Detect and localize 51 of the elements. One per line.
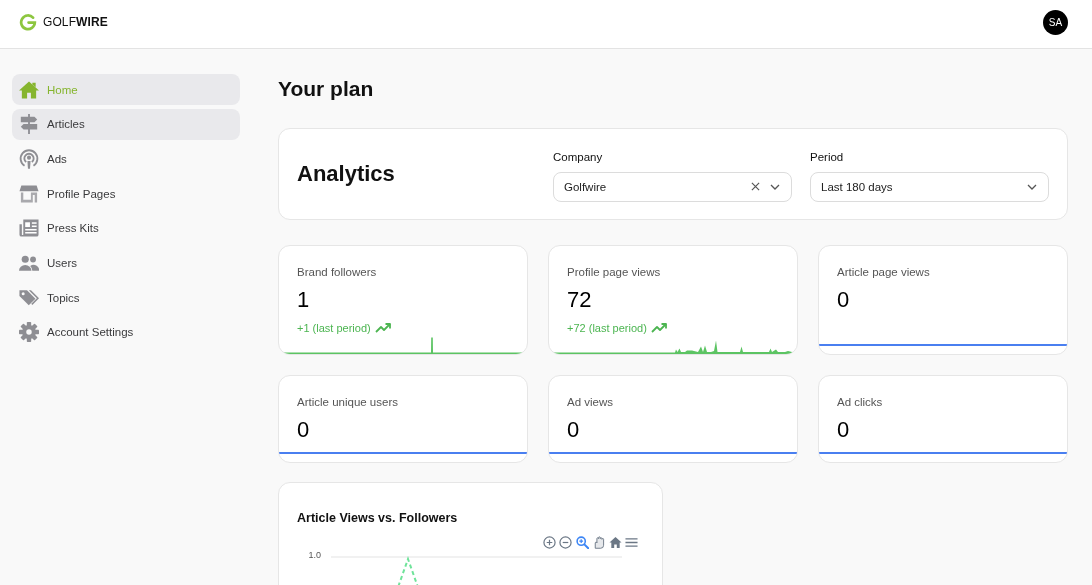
home-icon[interactable] bbox=[608, 535, 622, 549]
stat-value: 0 bbox=[567, 417, 580, 443]
zoom-in-icon[interactable] bbox=[542, 535, 556, 549]
hand-icon[interactable] bbox=[592, 535, 605, 549]
home-icon bbox=[19, 79, 39, 100]
newspaper-icon bbox=[19, 218, 39, 239]
sidebar-item[interactable]: Press Kits bbox=[12, 212, 240, 244]
axis-tick-label: 1.0 bbox=[308, 549, 321, 561]
section-title: Analytics bbox=[297, 161, 395, 187]
magnifier-icon[interactable] bbox=[575, 535, 589, 549]
menu-icon[interactable] bbox=[625, 535, 638, 549]
stat-value: 72 bbox=[567, 287, 592, 313]
stat-label: Ad views bbox=[567, 395, 614, 410]
page-title: Your plan bbox=[278, 76, 375, 102]
chevron-down-icon bbox=[770, 183, 780, 190]
dropdown-select[interactable]: Last 180 days bbox=[810, 171, 1049, 202]
sidebar-item[interactable]: Topics bbox=[12, 282, 240, 314]
chevron-down-icon bbox=[1027, 183, 1037, 190]
signpost-icon bbox=[19, 114, 39, 135]
sidebar-item[interactable]: Profile Pages bbox=[12, 178, 240, 210]
sidebar-item[interactable]: Users bbox=[12, 247, 240, 279]
user-avatar[interactable]: SA bbox=[1043, 9, 1068, 35]
field-label: Period bbox=[810, 149, 844, 165]
zoom-out-icon[interactable] bbox=[559, 535, 572, 549]
broadcast-icon bbox=[19, 148, 39, 169]
tags-icon bbox=[19, 287, 39, 308]
stat-value: 0 bbox=[297, 417, 310, 443]
store-icon bbox=[19, 183, 39, 204]
trend-text: +72 (last period) bbox=[567, 322, 647, 334]
clear-icon[interactable] bbox=[751, 182, 760, 191]
sidebar-item[interactable]: Articles bbox=[12, 108, 240, 140]
sidebar-item[interactable]: Account Settings bbox=[12, 316, 240, 348]
logo-icon bbox=[19, 13, 37, 31]
field-label: Company bbox=[553, 149, 603, 165]
stat-label: Profile page views bbox=[567, 265, 661, 280]
dropdown-select[interactable]: Golfwire bbox=[553, 171, 792, 202]
stat-label: Brand followers bbox=[297, 265, 377, 280]
trending-up-icon bbox=[374, 323, 391, 333]
settings-icon bbox=[19, 322, 39, 343]
chart-title: Article Views vs. Followers bbox=[297, 510, 459, 526]
stat-value: 0 bbox=[837, 417, 850, 443]
stat-value: 1 bbox=[297, 287, 310, 313]
stat-value: 0 bbox=[837, 287, 850, 313]
stat-label: Article unique users bbox=[297, 395, 398, 410]
stat-label: Article page views bbox=[837, 265, 930, 280]
sidebar-item[interactable]: Ads bbox=[12, 143, 240, 175]
trend-text: +1 (last period) bbox=[297, 322, 371, 334]
stat-label: Ad clicks bbox=[837, 395, 883, 410]
trending-up-icon bbox=[650, 323, 667, 333]
logo-wordmark: GOLFWIRE bbox=[43, 15, 108, 29]
chart-line bbox=[395, 556, 421, 585]
